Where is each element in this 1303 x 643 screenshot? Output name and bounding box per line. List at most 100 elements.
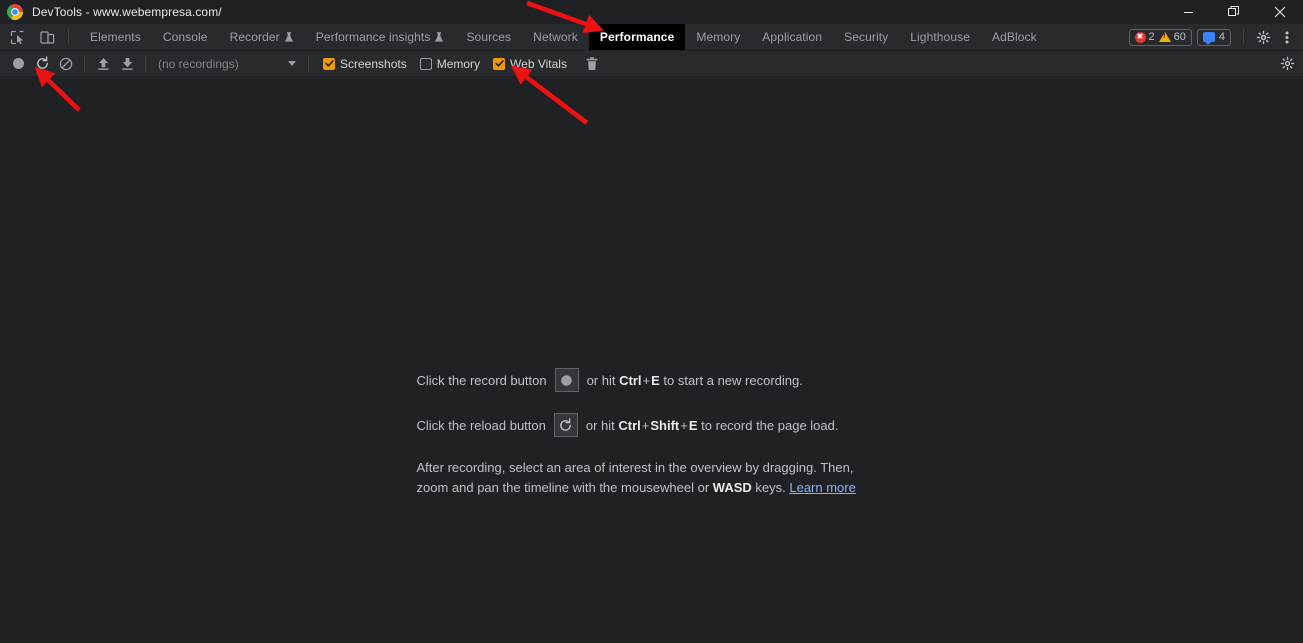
tab-label: AdBlock [991, 30, 1037, 44]
download-profile-icon[interactable] [115, 53, 139, 75]
tabbar-right-divider [1243, 29, 1244, 45]
messages-counter-group[interactable]: 4 [1196, 28, 1231, 46]
tab-network[interactable]: Network [522, 24, 589, 50]
record-key-ctrl: Ctrl [619, 372, 642, 388]
reload-key-e: E [688, 417, 698, 433]
tab-label: Security [844, 30, 889, 44]
error-counter[interactable]: ✖ 2 [1134, 31, 1155, 43]
record-key-e: E [651, 372, 660, 388]
toolbar-divider-2 [145, 55, 146, 72]
capture-settings-group: Screenshots Memory Web Vitals [323, 53, 604, 75]
tab-label: Console [162, 30, 208, 44]
window-title: DevTools - www.webempresa.com/ [32, 5, 222, 19]
tab-label: Recorder [229, 30, 280, 44]
window-titlebar: DevTools - www.webempresa.com/ [0, 0, 1303, 24]
tab-recorder[interactable]: Recorder [219, 24, 305, 50]
devtools-tabbar: Elements Console Recorder Performance in… [0, 24, 1303, 51]
error-count: 2 [1148, 31, 1155, 43]
minimize-button[interactable] [1165, 0, 1211, 24]
close-button[interactable] [1257, 0, 1303, 24]
tab-security[interactable]: Security [833, 24, 899, 50]
landing-instructions: Click the record button or hit Ctrl + E … [417, 368, 887, 498]
experiment-flask-icon [435, 31, 444, 42]
window-controls [1165, 0, 1303, 24]
reload-instruction-suffix: to record the page load. [701, 417, 839, 433]
record-circle-icon[interactable] [6, 53, 30, 75]
panel-toolbar-right [1275, 53, 1303, 75]
tabbar-right-group: ✖ 2 60 4 [1128, 24, 1303, 50]
checkbox-screenshots[interactable]: Screenshots [323, 57, 407, 71]
trash-icon[interactable] [580, 53, 604, 75]
issues-counter-group[interactable]: ✖ 2 60 [1128, 28, 1192, 46]
tab-label: Performance [599, 30, 675, 44]
checkbox-memory[interactable]: Memory [419, 56, 481, 71]
record-instruction-row: Click the record button or hit Ctrl + E … [417, 368, 887, 392]
record-instruction-prefix: Click the record button [416, 372, 547, 388]
record-key-plus: + [642, 372, 651, 388]
reload-instruction-row: Click the reload button or hit Ctrl + Sh… [417, 413, 887, 437]
checkbox-label: Memory [436, 56, 481, 71]
recordings-dropdown[interactable]: (no recordings) [152, 54, 302, 74]
checkbox-checked-icon [323, 57, 335, 70]
gear-icon[interactable] [1251, 26, 1275, 48]
overview-hint-part2: keys. [751, 480, 790, 496]
tab-memory[interactable]: Memory [685, 24, 751, 50]
overview-hint-paragraph: After recording, select an area of inter… [417, 458, 865, 498]
device-toolbar-icon[interactable] [36, 26, 58, 48]
tab-label: Performance insights [315, 30, 431, 44]
tab-label: Lighthouse [910, 30, 970, 44]
reload-record-icon[interactable] [553, 413, 578, 437]
tab-performance[interactable]: Performance [588, 24, 686, 50]
tabbar-divider [68, 29, 69, 45]
tab-performance-insights[interactable]: Performance insights [305, 24, 456, 50]
experiment-flask-icon [284, 31, 293, 42]
restore-button[interactable] [1211, 0, 1257, 24]
reload-record-icon[interactable] [30, 53, 54, 75]
reload-key-shift: Shift [650, 417, 680, 433]
warning-counter[interactable]: 60 [1158, 31, 1186, 43]
tab-elements[interactable]: Elements [79, 24, 152, 50]
checkbox-web-vitals[interactable]: Web Vitals [493, 57, 567, 71]
toolbar-divider-3 [308, 55, 309, 72]
tab-label: Sources [466, 30, 512, 44]
performance-panel-toolbar: (no recordings) Screenshots Memory Web V… [0, 51, 1303, 77]
warning-count: 60 [1173, 31, 1186, 43]
checkbox-label: Web Vitals [510, 56, 567, 71]
kebab-menu-icon[interactable] [1275, 26, 1299, 48]
tabbar-left-icons [0, 24, 58, 50]
reload-key-ctrl: Ctrl [618, 417, 641, 433]
info-message-icon [1202, 32, 1215, 45]
tab-console[interactable]: Console [152, 24, 219, 50]
tab-adblock[interactable]: AdBlock [981, 24, 1048, 50]
clear-no-entry-icon[interactable] [54, 53, 78, 75]
chevron-down-icon [288, 61, 296, 66]
tab-label: Memory [696, 30, 741, 44]
reload-instruction-prefix: Click the reload button [416, 417, 546, 433]
toolbar-divider-1 [84, 55, 85, 72]
gear-icon[interactable] [1275, 53, 1299, 75]
tab-label: Elements [90, 30, 141, 44]
tab-label: Network [533, 30, 578, 44]
record-circle-icon[interactable] [554, 368, 579, 392]
inspect-element-icon[interactable] [6, 26, 28, 48]
learn-more-link[interactable]: Learn more [789, 480, 855, 495]
checkbox-label: Screenshots [340, 56, 407, 71]
message-count: 4 [1218, 31, 1225, 43]
record-instruction-mid: or hit [586, 372, 616, 388]
reload-instruction-mid: or hit [585, 417, 615, 433]
error-circle-icon: ✖ [1134, 31, 1146, 43]
overview-hint-keys: WASD [712, 480, 752, 496]
chrome-logo-icon [7, 4, 23, 20]
checkbox-unchecked-icon [419, 57, 432, 70]
reload-key-plus-2: + [680, 417, 688, 433]
checkbox-checked-icon [493, 57, 506, 70]
tab-label: Application [762, 30, 823, 44]
tab-sources[interactable]: Sources [455, 24, 522, 50]
upload-profile-icon[interactable] [91, 53, 115, 75]
performance-empty-panel: Click the record button or hit Ctrl + E … [0, 78, 1303, 643]
recordings-value: (no recordings) [158, 56, 239, 71]
devtools-tabs: Elements Console Recorder Performance in… [79, 24, 1048, 50]
record-instruction-suffix: to start a new recording. [663, 372, 803, 388]
tab-application[interactable]: Application [751, 24, 833, 50]
tab-lighthouse[interactable]: Lighthouse [899, 24, 981, 50]
